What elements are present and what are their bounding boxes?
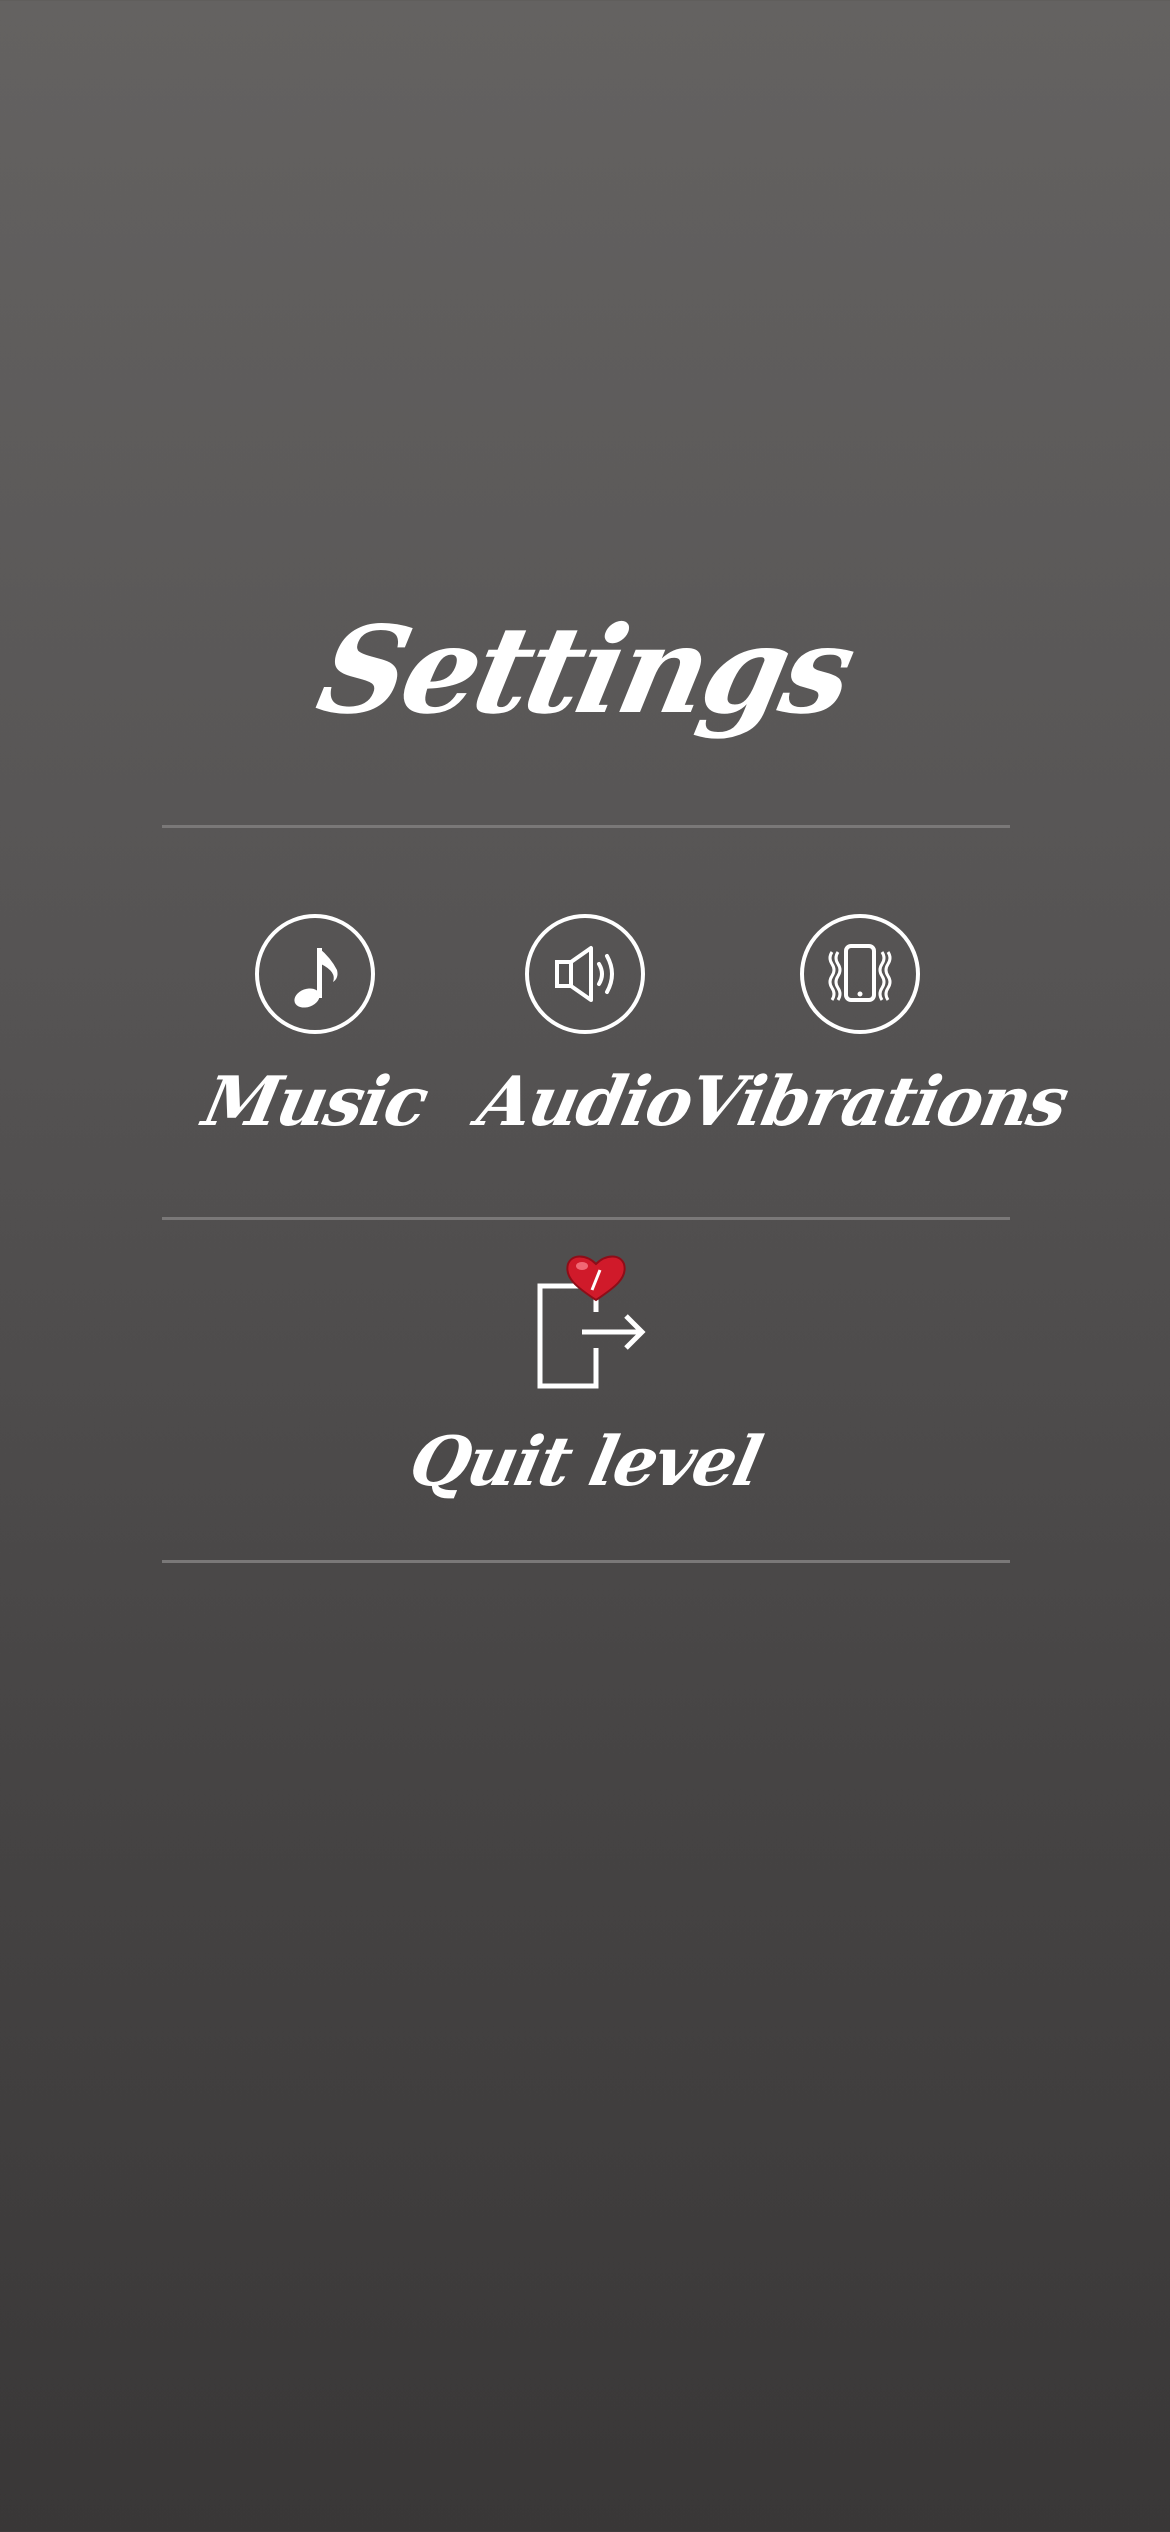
exit-door-icon	[537, 1255, 646, 1389]
divider-top	[162, 825, 1010, 828]
quit-level-button[interactable]: Quit level	[385, 1252, 785, 1512]
speaker-icon	[555, 946, 614, 1002]
phone-vibrate-icon	[828, 944, 892, 1002]
vibrations-toggle[interactable]: Vibrations	[681, 912, 1074, 1152]
page-title: Settings	[306, 600, 864, 741]
divider-bottom	[162, 1560, 1010, 1563]
vibrations-label: Vibrations	[681, 1062, 1074, 1142]
settings-screen: Settings Music Audio Vibrations Quit lev…	[0, 0, 1170, 2532]
divider-middle	[162, 1217, 1010, 1220]
heart-icon	[566, 1255, 626, 1302]
quit-level-label: Quit level	[402, 1422, 768, 1502]
music-note-icon	[294, 948, 338, 1008]
music-icon-circle	[255, 914, 375, 1034]
audio-icon-circle	[525, 914, 645, 1034]
vibrations-icon-circle	[800, 914, 920, 1034]
